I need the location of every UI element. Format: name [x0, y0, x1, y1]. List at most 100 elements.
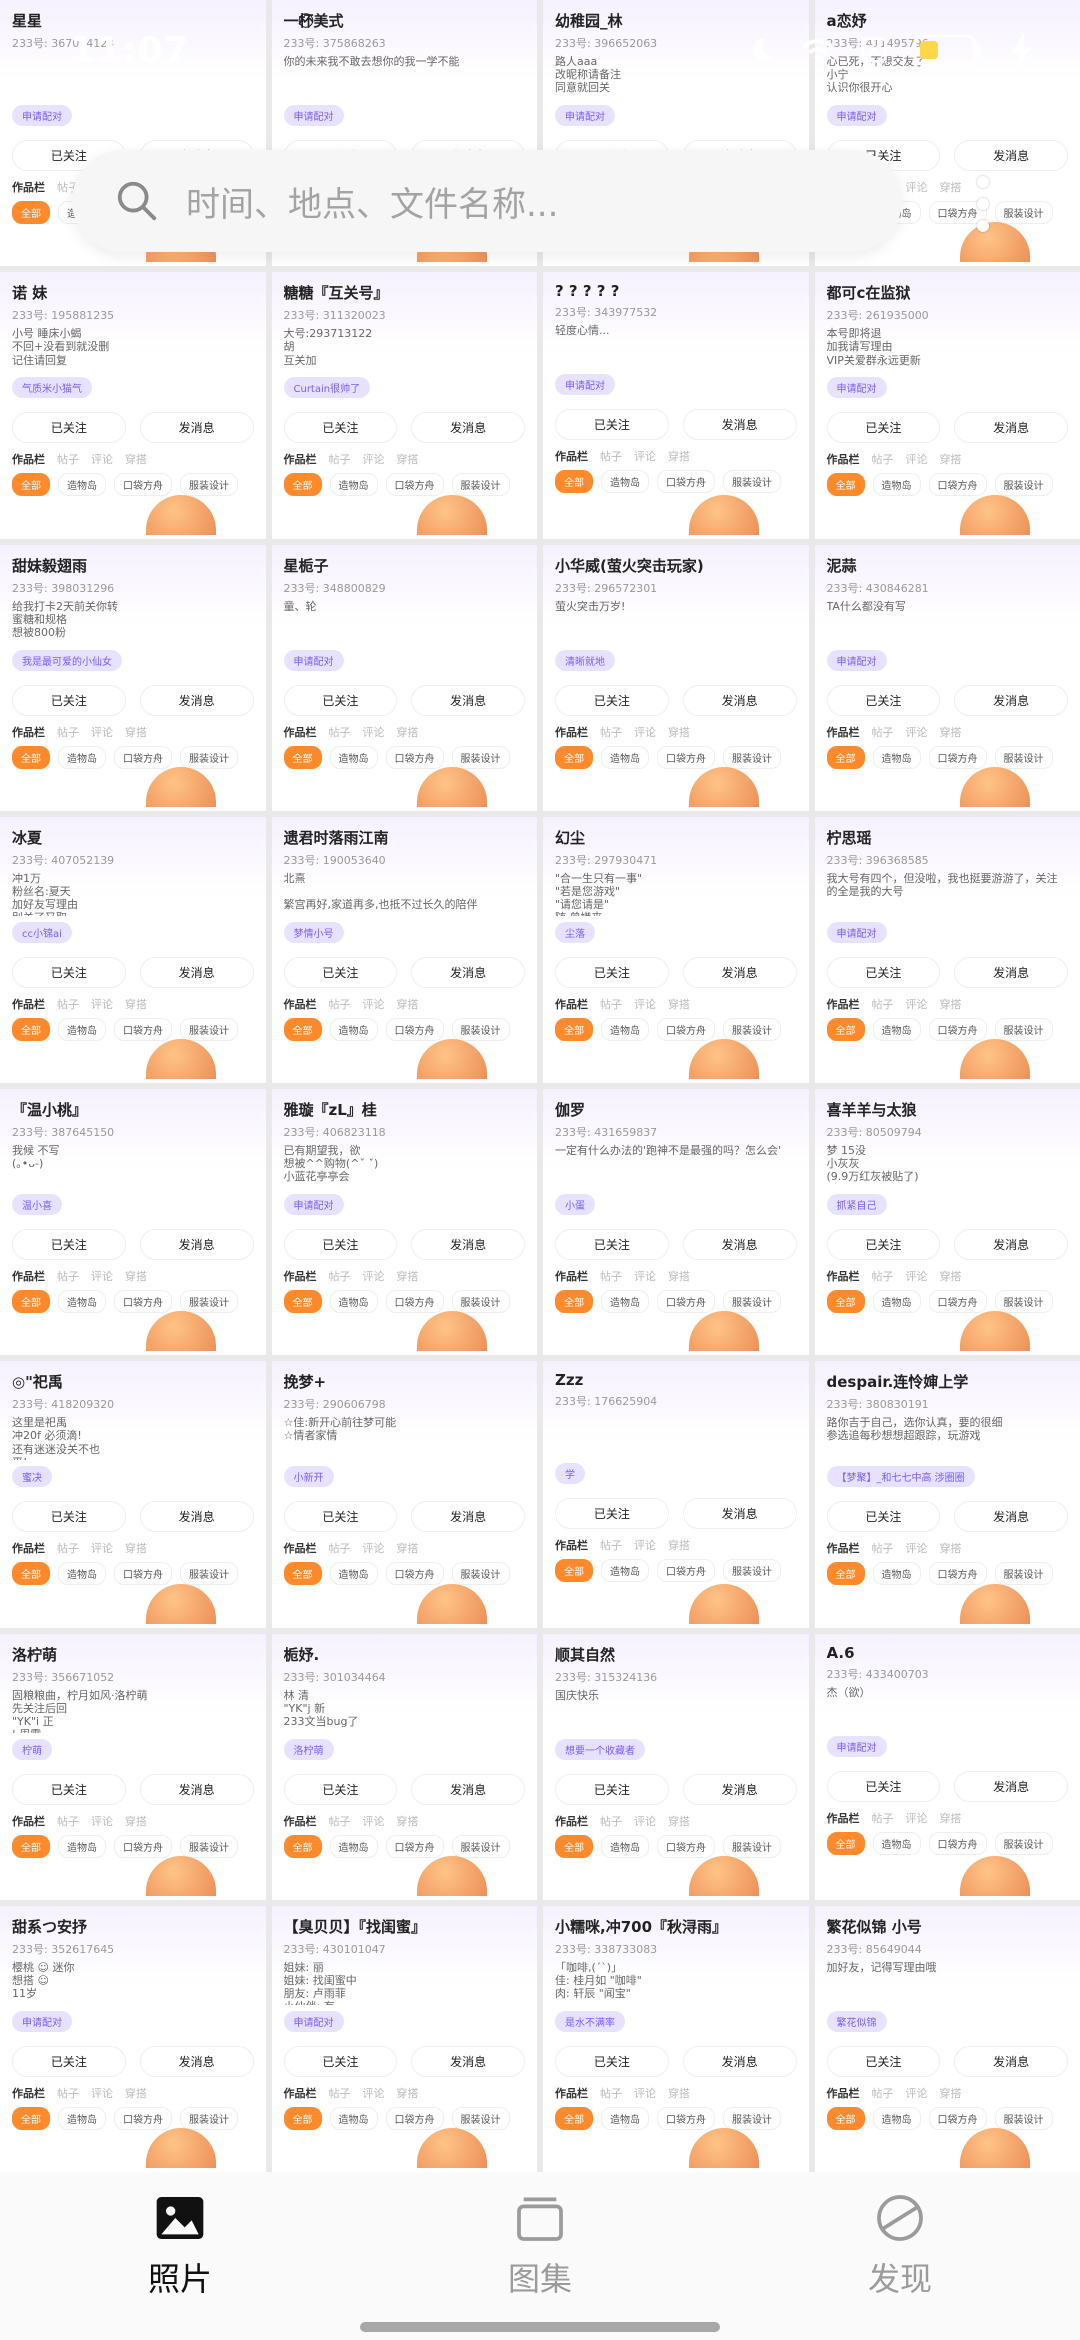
photo-thumbnail[interactable]: 挽梦+ 233号: 290606798 ☆佳:新开心前往梦可能 ☆情者家情 小新… [271, 1361, 537, 1628]
tab-outfits: 穿搭 [125, 453, 147, 467]
photo-thumbnail[interactable]: 小华威(萤火突击玩家) 233号: 296572301 萤火突击万岁! 清晰就地… [543, 544, 809, 811]
photo-thumbnail[interactable]: 喜羊羊与太狼 233号: 80509794 梦 15没 小灰灰 (9.9万红灰被… [814, 1089, 1080, 1356]
photo-thumbnail[interactable]: 幻尘 233号: 297930471 "合一生只有一事" "若是您游戏" "请您… [543, 816, 809, 1083]
photo-thumbnail[interactable]: 诺 妹 233号: 195881235 小号 睡床小蝎 不回+没看到就没删 记住… [0, 272, 266, 539]
photo-thumbnail[interactable]: 顺其自然 233号: 315324136 国庆快乐 想要一个收藏者 已关注 发消… [543, 1633, 809, 1900]
profile-id: 233号: 406823118 [283, 1126, 386, 1139]
chip-all: 全部 [283, 1562, 322, 1586]
profile-chips: 全部 造物岛 口袋方舟 服装设计 [283, 745, 526, 769]
photo-thumbnail[interactable]: 甜妹毅翅雨 233号: 398031296 给我打卡2天前关你转 蜜糖和规格 想… [0, 544, 266, 811]
photo-thumbnail[interactable]: 泥蒜 233号: 430846281 TA什么都没有写 申请配对 已关注 发消息… [814, 544, 1080, 811]
tab-outfits: 穿搭 [396, 453, 419, 467]
photo-thumbnail[interactable]: A.6 233号: 433400703 杰（欲） 申请配对 已关注 发消息 作品… [814, 1633, 1080, 1900]
nav-item-photos[interactable]: 照片 [80, 2190, 280, 2300]
photo-thumbnail[interactable]: 洛柠萌 233号: 356671052 固粮粮曲，柠月如风·洛柠萌 先关注后回 … [0, 1633, 266, 1900]
message-button: 发消息 [954, 1229, 1068, 1260]
photo-thumbnail[interactable]: 遗君时落雨江南 233号: 190053640 北熹 繁宫再好,家道再多,也抵不… [271, 816, 537, 1083]
tab-works: 作品栏 [826, 725, 860, 739]
chip-all: 全部 [12, 201, 50, 224]
chip-costume: 服装设计 [180, 745, 238, 769]
profile-name: 糖糖『互关号』 [283, 284, 389, 303]
photo-thumbnail[interactable]: 『温小桃』 233号: 387645150 我候 不写 (｡•ᴗ-) 温小喜 已… [0, 1089, 266, 1356]
tab-comments: 评论 [91, 997, 113, 1011]
chip-costume: 服装设计 [994, 745, 1053, 769]
profile-bio: 固粮粮曲，柠月如风·洛柠萌 先关注后回 "YK"i 正 | 周霓 [12, 1688, 148, 1733]
follow-button: 已关注 [283, 684, 398, 716]
photo-thumbnail[interactable]: 伽罗 233号: 431659837 一定有什么办法的'跑神不是最强的吗？怎么会… [543, 1089, 809, 1356]
profile-tabs: 作品栏 帖子 评论 穿搭 [284, 451, 526, 467]
search-icon [114, 178, 160, 224]
profile-tag: 【梦聚】_和七七中高 涉圈圈 [826, 1466, 975, 1488]
photo-thumbnail[interactable]: 【臭贝贝】『找闺蜜』 233号: 430101047 姐妹: 丽 姐妹: 找闺蜜… [271, 1905, 537, 2172]
tab-comments: 评论 [91, 2086, 113, 2100]
more-options-icon[interactable] [975, 176, 991, 232]
tab-outfits: 穿搭 [939, 1811, 962, 1825]
profile-chips: 全部 造物岛 口袋方舟 服装设计 [555, 1834, 797, 1858]
chip-island: 造物岛 [329, 2106, 378, 2130]
photo-thumbnail[interactable]: 都可c在监狱 233号: 261935000 本号即将退 加我请写理由 VIP关… [814, 272, 1080, 539]
photo-thumbnail[interactable]: despair.连怜婶上学 233号: 380830191 路你吉于自己，选你认… [814, 1361, 1080, 1628]
chip-island: 造物岛 [58, 1562, 106, 1586]
chip-pocket: 口袋方舟 [385, 745, 444, 769]
tab-works: 作品栏 [826, 997, 860, 1011]
tab-outfits: 穿搭 [396, 1542, 419, 1556]
tab-posts: 帖子 [57, 1542, 79, 1556]
photo-thumbnail[interactable]: 甜系つ安抒 233号: 352617645 樱桃 ☺ 迷你 想搭 ☺ 11岁 申… [0, 1905, 266, 2172]
chip-pocket: 口袋方舟 [114, 2106, 172, 2130]
chip-pocket: 口袋方舟 [928, 1290, 987, 1313]
tab-outfits: 穿搭 [668, 450, 690, 464]
profile-name: 星栀子 [283, 556, 329, 575]
nav-item-albums[interactable]: 图集 [440, 2190, 640, 2300]
chip-pocket: 口袋方舟 [928, 1831, 987, 1855]
tab-posts: 帖子 [600, 450, 622, 464]
photo-thumbnail[interactable]: Zzz 233号: 176625904 学 已关注 发消息 作品栏 帖子 评论 … [543, 1361, 809, 1628]
tab-posts: 帖子 [328, 1542, 351, 1556]
chip-island: 造物岛 [601, 470, 649, 494]
profile-bio: 大号:293713122 胡 互关加 [283, 327, 373, 367]
photo-thumbnail[interactable]: ◎"祀禹 233号: 418209320 这里是祀禹 冲20f 必须滴! 还有迷… [0, 1361, 266, 1628]
profile-name: 小糯咪,冲700『秋浔雨』 [555, 1917, 728, 1936]
discover-icon [872, 2190, 928, 2246]
search-bar[interactable]: 时间、地点、文件名称... [72, 150, 902, 252]
tab-works: 作品栏 [12, 725, 45, 739]
follow-button: 已关注 [826, 412, 941, 444]
profile-name: 遗君时落雨江南 [283, 828, 389, 847]
chip-all: 全部 [826, 1562, 865, 1586]
photo-thumbnail[interactable]: 栀妤. 233号: 301034464 林 清 "YK"j 新 233文当bug… [271, 1633, 537, 1900]
follow-button: 已关注 [555, 684, 669, 716]
profile-bio: 路你吉于自己，选你认真，要的很细 参选追每秒想想超跟踪，玩游戏 [826, 1416, 1003, 1443]
profile-bio: 樱桃 ☺ 迷你 想搭 ☺ 11岁 [12, 1960, 75, 2001]
profile-tag: 是水不满率 [555, 2010, 625, 2032]
profile-bio: TA什么都没有写 [826, 599, 906, 613]
chip-costume: 服装设计 [994, 1562, 1053, 1586]
chip-pocket: 口袋方舟 [657, 1559, 715, 1583]
chip-pocket: 口袋方舟 [114, 1834, 172, 1858]
photo-thumbnail[interactable]: 冰夏 233号: 407052139 冲1万 粉丝名:夏天 加好友写理由 别关了… [0, 816, 266, 1083]
search-input[interactable]: 时间、地点、文件名称... [186, 177, 558, 226]
profile-name: 小华威(萤火突击玩家) [555, 556, 704, 575]
profile-chips: 全部 造物岛 口袋方舟 服装设计 [283, 1290, 526, 1313]
chip-island: 造物岛 [601, 1559, 649, 1583]
photo-thumbnail[interactable]: 雅璇『zL』桂 233号: 406823118 已有期望我，欲 想被^^购物(^… [271, 1089, 537, 1356]
chip-all: 全部 [283, 1017, 322, 1041]
photo-thumbnail[interactable]: 星栀子 233号: 348800829 童、轮 申请配对 已关注 发消息 作品栏… [271, 544, 537, 811]
chip-pocket: 口袋方舟 [657, 1017, 715, 1041]
profile-id: 233号: 343977532 [555, 306, 658, 320]
follow-button: 已关注 [283, 2045, 398, 2077]
photo-thumbnail[interactable]: 柠思瑶 233号: 396368585 我大号有四个，但没啦，我也挺要游游了，关… [814, 816, 1080, 1083]
photo-thumbnail[interactable]: 小糯咪,冲700『秋浔雨』 233号: 338733083 「咖啡,(ˊˋ)」 … [543, 1905, 809, 2172]
profile-chips: 全部 造物岛 口袋方舟 服装设计 [283, 473, 526, 497]
message-button: 发消息 [139, 1229, 254, 1260]
tab-comments: 评论 [362, 453, 385, 467]
photo-thumbnail[interactable]: 糖糖『互关号』 233号: 311320023 大号:293713122 胡 互… [271, 272, 537, 539]
photo-thumbnail[interactable]: 繁花似锦 小号 233号: 85649044 加好友，记得写理由哦 繁花似锦 已… [814, 1905, 1080, 2172]
photo-thumbnail[interactable]: ? ? ? ? ? 233号: 343977532 轻度心情... 申请配对 已… [543, 272, 809, 539]
follow-button: 已关注 [283, 1773, 398, 1805]
chip-all: 全部 [283, 2106, 322, 2130]
nav-item-discover[interactable]: 发现 [800, 2190, 1000, 2300]
tab-works: 作品栏 [555, 1270, 588, 1283]
profile-tabs: 作品栏 帖子 评论 穿搭 [827, 996, 1069, 1012]
profile-tabs: 作品栏 帖子 评论 穿搭 [827, 2085, 1069, 2101]
profile-tag: 申请配对 [283, 2010, 344, 2032]
tab-works: 作品栏 [555, 1539, 588, 1553]
